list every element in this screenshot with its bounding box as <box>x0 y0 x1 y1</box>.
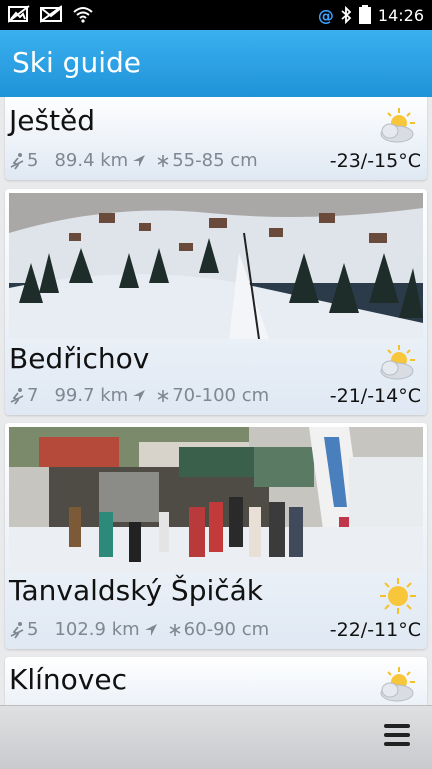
sun-cloud-icon <box>380 667 415 702</box>
menu-button[interactable] <box>384 724 410 750</box>
resort-card-bedrichov[interactable]: Bedřichov 7 99.7 km 70-100 cm -21/-14°C <box>5 189 427 415</box>
distance: 99.7 km <box>54 385 129 406</box>
menu-icon-bar <box>384 742 410 746</box>
menu-icon-bar <box>384 733 410 737</box>
email-icon <box>40 5 62 23</box>
lift-count: 5 <box>27 150 39 171</box>
resort-name: Klínovec <box>9 663 127 696</box>
resort-list[interactable]: Ještěd 5 89.4 km 55-85 cm -23/-15°C Bedř… <box>0 97 432 705</box>
status-bar: @ 14:26 <box>0 0 432 30</box>
battery-icon <box>358 5 371 24</box>
at-icon: @ <box>317 5 334 25</box>
menu-icon-bar <box>384 724 410 728</box>
resort-meta: 5 89.4 km 55-85 cm <box>9 150 258 171</box>
temperature: -22/-11°C <box>329 619 421 641</box>
skier-icon <box>10 621 24 639</box>
temperature: -23/-15°C <box>329 150 421 172</box>
sun-icon <box>380 578 416 614</box>
skier-icon <box>10 387 24 405</box>
sun-cloud-icon <box>380 108 415 143</box>
clock: 14:26 <box>377 5 424 25</box>
resort-name: Ještěd <box>9 104 96 137</box>
snow-depth: 60-90 cm <box>183 619 270 640</box>
webcam-image <box>9 193 423 339</box>
resort-meta: 5 102.9 km 60-90 cm <box>9 619 269 640</box>
navigation-arrow-icon <box>133 389 146 402</box>
resort-meta: 7 99.7 km 70-100 cm <box>9 385 269 406</box>
resort-card-tanvaldsky-spicak[interactable]: Tanvaldský Špičák 5 102.9 km 60-90 cm -2… <box>5 423 427 649</box>
resort-name: Bedřichov <box>9 342 150 375</box>
lift-count: 7 <box>27 385 39 406</box>
resort-card-klinovec[interactable]: Klínovec <box>5 657 427 705</box>
webcam-image <box>9 427 423 573</box>
image-icon <box>8 5 30 23</box>
lift-count: 5 <box>27 619 39 640</box>
skier-icon <box>10 152 24 170</box>
snow-depth: 55-85 cm <box>172 150 258 171</box>
bluetooth-icon <box>341 6 352 24</box>
resort-card-jested[interactable]: Ještěd 5 89.4 km 55-85 cm -23/-15°C <box>5 97 427 180</box>
distance: 102.9 km <box>54 619 140 640</box>
navigation-arrow-icon <box>144 623 157 636</box>
navigation-arrow-icon <box>133 154 146 167</box>
bottom-toolbar <box>0 705 432 769</box>
snowflake-icon <box>157 154 169 167</box>
snowflake-icon <box>169 623 181 636</box>
temperature: -21/-14°C <box>329 385 421 407</box>
distance: 89.4 km <box>54 150 129 171</box>
sun-cloud-icon <box>380 345 415 380</box>
page-title: Ski guide <box>12 46 141 79</box>
wifi-icon <box>73 7 93 23</box>
title-bar: Ski guide <box>0 30 432 97</box>
snowflake-icon <box>157 389 169 402</box>
snow-depth: 70-100 cm <box>172 385 270 406</box>
resort-name: Tanvaldský Špičák <box>9 574 264 607</box>
